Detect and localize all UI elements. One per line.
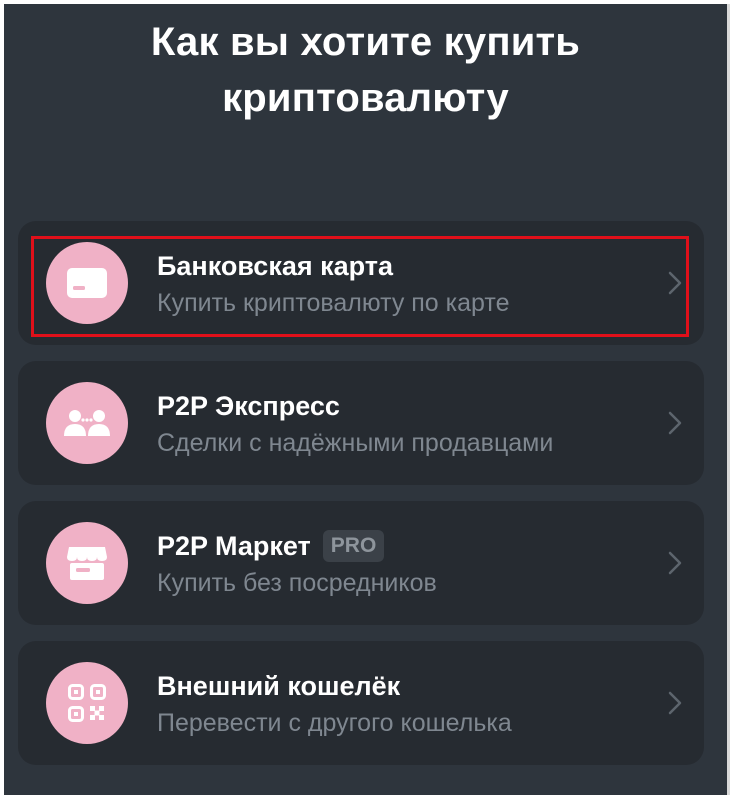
chevron-right-icon: [668, 411, 682, 435]
option-bank-card[interactable]: Банковская карта Купить криптовалюту по …: [18, 221, 704, 345]
option-label: P2P Маркет PRO: [157, 529, 385, 563]
chevron-right-icon: [668, 271, 682, 295]
option-label: P2P Экспресс: [157, 391, 340, 421]
option-subtitle: Перевести с другого кошелька: [157, 709, 512, 737]
option-label: Банковская карта: [157, 251, 394, 281]
users-exchange-icon: [46, 382, 128, 464]
option-subtitle: Купить без посредников: [157, 569, 437, 597]
qr-code-icon: [46, 662, 128, 744]
page-title-line2: криптовалюту: [222, 76, 509, 120]
option-label-text: P2P Маркет: [157, 531, 311, 561]
chevron-right-icon: [668, 551, 682, 575]
option-subtitle: Купить криптовалюту по карте: [157, 289, 510, 317]
page-title: Как вы хотите купить криптовалюту: [4, 14, 727, 126]
page-title-line1: Как вы хотите купить: [150, 20, 581, 64]
option-p2p-market[interactable]: P2P Маркет PRO Купить без посредников: [18, 501, 704, 625]
pro-badge: PRO: [322, 530, 385, 562]
option-label: Внешний кошелёк: [157, 671, 401, 701]
card-icon: [46, 242, 128, 324]
chevron-right-icon: [668, 691, 682, 715]
purchase-method-screen: Как вы хотите купить криптовалюту Банков…: [4, 4, 727, 795]
option-external-wallet[interactable]: Внешний кошелёк Перевести с другого коше…: [18, 641, 704, 765]
option-subtitle: Сделки с надёжными продавцами: [157, 429, 554, 457]
option-p2p-express[interactable]: P2P Экспресс Сделки с надёжными продавца…: [18, 361, 704, 485]
storefront-icon: [46, 522, 128, 604]
